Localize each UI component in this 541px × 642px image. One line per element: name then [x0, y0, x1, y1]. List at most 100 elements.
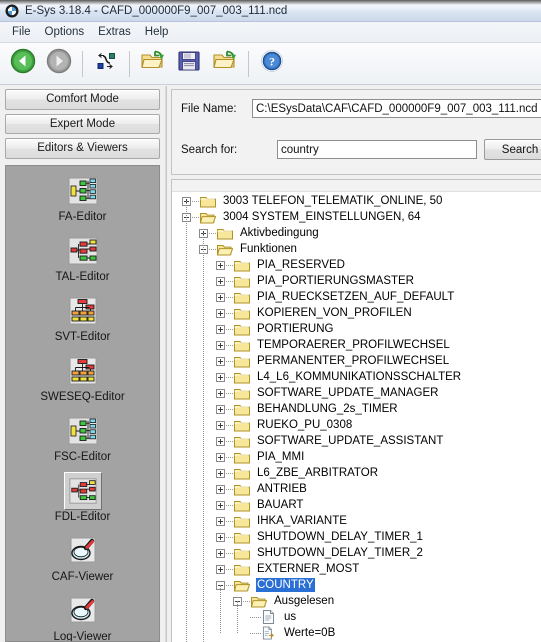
expand-toggle-icon[interactable]: [216, 276, 225, 286]
tree-item-label[interactable]: RUEKO_PU_0308: [256, 418, 353, 432]
expert-mode-button[interactable]: Expert Mode: [5, 113, 160, 135]
expand-toggle-icon[interactable]: [216, 260, 225, 270]
tree-item-label[interactable]: PIA_RESERVED: [256, 258, 346, 272]
tool-caf-viewer[interactable]: CAF-Viewer: [6, 532, 159, 583]
tree-row[interactable]: RUEKO_PU_0308: [172, 417, 541, 433]
tree-row[interactable]: TEMPORAERER_PROFILWECHSEL: [172, 337, 541, 353]
tree-row[interactable]: BAUART: [172, 497, 541, 513]
help-button[interactable]: ?: [255, 47, 289, 81]
search-input[interactable]: [277, 140, 477, 159]
expand-toggle-icon[interactable]: [216, 484, 225, 494]
tree-item-label[interactable]: PIA_PORTIERUNGSMASTER: [256, 274, 415, 288]
editors-viewers-button[interactable]: Editors & Viewers: [5, 138, 160, 159]
tool-fdl-editor[interactable]: FDL-Editor: [6, 471, 159, 523]
menu-item-file[interactable]: File: [5, 25, 38, 39]
ncd-tree-panel[interactable]: 3003 TELEFON_TELEMATIK_ONLINE, 50 3004 SY…: [171, 179, 541, 642]
expand-toggle-icon[interactable]: [216, 516, 225, 526]
expand-toggle-icon[interactable]: [216, 340, 225, 350]
expand-toggle-icon[interactable]: [216, 468, 225, 478]
tree-row[interactable]: BEHANDLUNG_2s_TIMER: [172, 401, 541, 417]
back-button[interactable]: [6, 47, 40, 81]
expand-toggle-icon[interactable]: [216, 388, 225, 398]
tree-row[interactable]: PERMANENTER_PROFILWECHSEL: [172, 353, 541, 369]
tree-item-label[interactable]: PIA_MMI: [256, 450, 305, 464]
tree-row[interactable]: PIA_MMI: [172, 449, 541, 465]
tree-item-label[interactable]: 3003 TELEFON_TELEMATIK_ONLINE, 50: [222, 194, 443, 208]
tool-log-viewer[interactable]: Log-Viewer: [6, 592, 159, 641]
tree-item-label[interactable]: TEMPORAERER_PROFILWECHSEL: [256, 338, 451, 352]
tree-row[interactable]: PIA_RUECKSETZEN_AUF_DEFAULT: [172, 289, 541, 305]
tool-tal-editor[interactable]: TAL-Editor: [6, 232, 159, 283]
tree-row[interactable]: Aktivbedingung: [172, 225, 541, 241]
expand-toggle-icon[interactable]: [216, 308, 225, 318]
tree-item-label[interactable]: COUNTRY: [256, 578, 315, 592]
expand-toggle-icon[interactable]: [216, 452, 225, 462]
tree-row[interactable]: 3004 SYSTEM_EINSTELLUNGEN, 64: [172, 209, 541, 225]
tree-row[interactable]: PORTIERUNG: [172, 321, 541, 337]
tree-row[interactable]: 3003 TELEFON_TELEMATIK_ONLINE, 50: [172, 193, 541, 209]
tree-item-label[interactable]: us: [283, 610, 297, 624]
tool-fa-editor[interactable]: FA-Editor: [6, 172, 159, 223]
tree-item-label[interactable]: L4_L6_KOMMUNIKATIONSSCHALTER: [256, 370, 462, 384]
tree-row[interactable]: Werte=0B: [172, 625, 541, 641]
tree-row[interactable]: SHUTDOWN_DELAY_TIMER_2: [172, 545, 541, 561]
tree-item-label[interactable]: EXTERNER_MOST: [256, 562, 360, 576]
tree-item-label[interactable]: SOFTWARE_UPDATE_ASSISTANT: [256, 434, 444, 448]
tree-row[interactable]: EXTERNER_MOST: [172, 561, 541, 577]
tree-item-label[interactable]: Werte=0B: [283, 626, 336, 640]
tree-item-label[interactable]: KOPIEREN_VON_PROFILEN: [256, 306, 413, 320]
menu-item-extras[interactable]: Extras: [91, 25, 138, 39]
expand-toggle-icon[interactable]: [216, 324, 225, 334]
open-button[interactable]: [136, 47, 170, 81]
search-button[interactable]: Search: [484, 139, 541, 160]
expand-toggle-icon[interactable]: [216, 548, 225, 558]
tree-item-label[interactable]: SOFTWARE_UPDATE_MANAGER: [256, 386, 439, 400]
tree-item-label[interactable]: BEHANDLUNG_2s_TIMER: [256, 402, 399, 416]
tree-item-label[interactable]: SHUTDOWN_DELAY_TIMER_2: [256, 546, 424, 560]
expand-toggle-icon[interactable]: [216, 420, 225, 430]
tree-row[interactable]: us: [172, 609, 541, 625]
tree-row[interactable]: PIA_PORTIERUNGSMASTER: [172, 273, 541, 289]
expand-toggle-icon[interactable]: [216, 404, 225, 414]
tree-item-label[interactable]: L6_ZBE_ARBITRATOR: [256, 466, 379, 480]
save-button[interactable]: [172, 47, 206, 81]
tree-scroll-area[interactable]: 3003 TELEFON_TELEMATIK_ONLINE, 50 3004 SY…: [172, 193, 541, 642]
open-secondary-button[interactable]: [208, 47, 242, 81]
tree-item-label[interactable]: 3004 SYSTEM_EINSTELLUNGEN, 64: [222, 210, 422, 224]
tree-row[interactable]: ANTRIEB: [172, 481, 541, 497]
tree-item-label[interactable]: Funktionen: [239, 242, 298, 256]
tree-row[interactable]: Ausgelesen: [172, 593, 541, 609]
connection-button[interactable]: [89, 47, 123, 81]
expand-toggle-icon[interactable]: [216, 372, 225, 382]
tree-item-label[interactable]: SHUTDOWN_DELAY_TIMER_1: [256, 530, 424, 544]
tree-row[interactable]: L4_L6_KOMMUNIKATIONSSCHALTER: [172, 369, 541, 385]
comfort-mode-button[interactable]: Comfort Mode: [5, 89, 160, 110]
tool-sweseq-editor[interactable]: SWESEQ-Editor: [6, 352, 159, 403]
expand-toggle-icon[interactable]: [216, 500, 225, 510]
tree-row[interactable]: SOFTWARE_UPDATE_MANAGER: [172, 385, 541, 401]
file-name-input[interactable]: [252, 99, 541, 118]
tool-svt-editor[interactable]: SVT-Editor: [6, 292, 159, 343]
tree-item-label[interactable]: PORTIERUNG: [256, 322, 334, 336]
menu-item-help[interactable]: Help: [138, 25, 176, 39]
tree-item-label[interactable]: BAUART: [256, 498, 304, 512]
forward-button[interactable]: [42, 47, 76, 81]
tree-item-label[interactable]: IHKA_VARIANTE: [256, 514, 348, 528]
tree-item-label[interactable]: PERMANENTER_PROFILWECHSEL: [256, 354, 450, 368]
tree-row[interactable]: L6_ZBE_ARBITRATOR: [172, 465, 541, 481]
tree-row[interactable]: IHKA_VARIANTE: [172, 513, 541, 529]
expand-toggle-icon[interactable]: [216, 564, 225, 574]
tree-row[interactable]: COUNTRY: [172, 577, 541, 593]
tree-row[interactable]: Funktionen: [172, 241, 541, 257]
expand-toggle-icon[interactable]: [216, 292, 225, 302]
tree-row[interactable]: PIA_RESERVED: [172, 257, 541, 273]
expand-toggle-icon[interactable]: [216, 436, 225, 446]
expand-toggle-icon[interactable]: [216, 532, 225, 542]
tool-fsc-editor[interactable]: FSC-Editor: [6, 412, 159, 463]
expand-toggle-icon[interactable]: [216, 356, 225, 366]
tree-item-label[interactable]: Aktivbedingung: [239, 226, 320, 240]
tree-item-label[interactable]: Ausgelesen: [273, 594, 335, 608]
tree-item-label[interactable]: PIA_RUECKSETZEN_AUF_DEFAULT: [256, 290, 455, 304]
tree-row[interactable]: SOFTWARE_UPDATE_ASSISTANT: [172, 433, 541, 449]
tree-row[interactable]: SHUTDOWN_DELAY_TIMER_1: [172, 529, 541, 545]
